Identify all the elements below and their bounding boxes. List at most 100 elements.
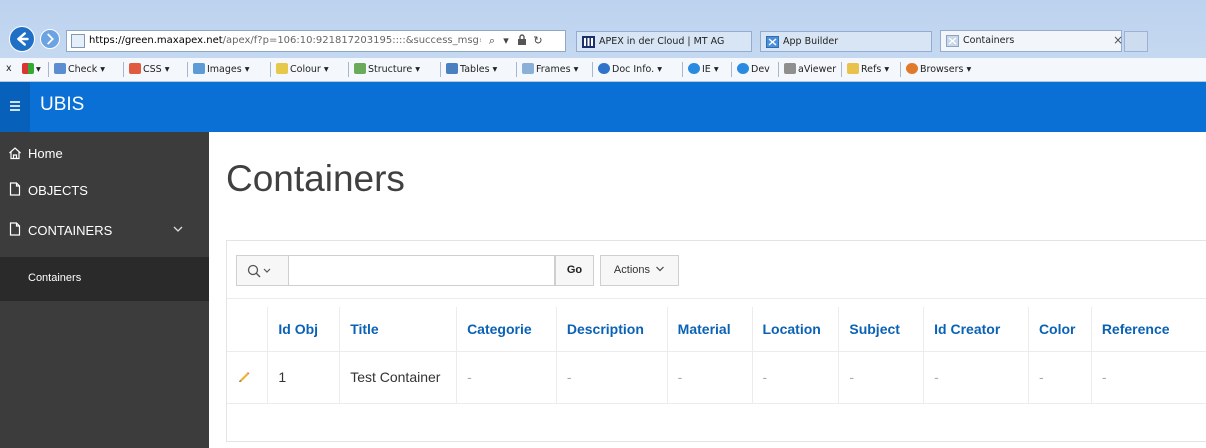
search-column-menu-button[interactable]	[236, 255, 289, 286]
column-header-subject[interactable]: Subject	[838, 307, 925, 352]
pencil-icon[interactable]	[237, 369, 251, 383]
browser-tab-apex-cloud[interactable]: APEX in der Cloud | MT AG	[576, 31, 752, 52]
cell-description: -	[556, 351, 668, 404]
tables-icon	[446, 63, 458, 74]
cell-title: Test Container	[339, 351, 458, 404]
grid-icon	[22, 63, 34, 74]
edit-column-header	[227, 307, 269, 352]
sidebar-item-home[interactable]: Home	[0, 140, 209, 176]
browser-url[interactable]: https://green.maxapex.net/apex/f?p=106:1…	[89, 35, 481, 46]
toolbar-close-button[interactable]: x	[6, 63, 12, 74]
ie-icon	[688, 63, 700, 74]
toolbar-tables[interactable]: Tables ▾	[446, 63, 497, 75]
browser-forward-button[interactable]	[40, 29, 60, 49]
sidebar-nav: Home OBJECTS CONTAINERS Containers	[0, 132, 209, 448]
colour-icon	[276, 63, 288, 74]
toolbar-check[interactable]: Check ▾	[54, 63, 105, 75]
cell-reference: -	[1091, 351, 1206, 404]
column-header-title[interactable]: Title	[339, 307, 458, 352]
ie-icon	[737, 63, 749, 74]
dropdown-icon[interactable]: ▾	[499, 34, 513, 48]
css-icon	[129, 63, 141, 74]
webdev-toolbar: x ▾ Check ▾ CSS ▾ Images ▾ Colour ▾ Stru…	[0, 58, 1206, 82]
browser-address-row: https://green.maxapex.net/apex/f?p=106:1…	[0, 20, 1206, 58]
cell-material: -	[667, 351, 753, 404]
actions-menu-button[interactable]: Actions	[600, 255, 679, 286]
browser-back-button[interactable]	[9, 26, 35, 52]
report-search-bar: Go Actions	[227, 241, 1206, 299]
go-button[interactable]: Go	[555, 255, 594, 286]
url-domain: https://green.maxapex.net	[89, 35, 223, 46]
cell-color: -	[1028, 351, 1092, 404]
actions-label: Actions	[613, 264, 650, 276]
cell-location: -	[752, 351, 840, 404]
frames-icon	[522, 63, 534, 74]
images-icon	[193, 63, 205, 74]
info-icon	[598, 63, 610, 74]
chevron-down-icon	[263, 268, 271, 273]
sidebar-item-containers[interactable]: CONTAINERS	[0, 212, 209, 248]
sidebar-subitem-label: Containers	[28, 272, 82, 284]
toolbar-structure[interactable]: Structure ▾	[354, 63, 420, 75]
check-icon	[54, 63, 66, 74]
column-header-categorie[interactable]: Categorie	[456, 307, 557, 352]
toolbar-ie[interactable]: IE ▾	[688, 63, 719, 75]
browser-tab-containers[interactable]: Containers	[940, 30, 1122, 52]
new-tab-button[interactable]	[1124, 31, 1148, 52]
report-search-input[interactable]	[289, 255, 555, 286]
nav-toggle-button[interactable]	[0, 82, 30, 132]
column-header-id-creator[interactable]: Id Creator	[923, 307, 1029, 352]
toolbar-images[interactable]: Images ▾	[193, 63, 250, 75]
app-title[interactable]: UBIS	[40, 94, 84, 116]
toolbar-colour[interactable]: Colour ▾	[276, 63, 329, 75]
browser-tab-app-builder[interactable]: App Builder	[760, 31, 932, 52]
toolbar-aviewer[interactable]: aViewer	[784, 63, 836, 75]
apex-favicon-icon	[766, 36, 779, 48]
page-icon	[9, 222, 21, 236]
structure-icon	[354, 63, 366, 74]
report-table: Id Obj Title Categorie Description Mater…	[227, 307, 1206, 404]
toolbar-browsers[interactable]: Browsers ▾	[906, 63, 971, 75]
mtag-favicon-icon	[582, 36, 595, 48]
toolbar-refs[interactable]: Refs ▾	[847, 63, 889, 75]
tab-close-icon[interactable]: ×	[1113, 33, 1123, 47]
sidebar-item-objects[interactable]: OBJECTS	[0, 172, 209, 208]
table-header-row: Id Obj Title Categorie Description Mater…	[227, 307, 1206, 352]
tab-label: Containers	[963, 35, 1015, 46]
app-header: UBIS	[0, 82, 1206, 132]
browser-address-bar[interactable]: https://green.maxapex.net/apex/f?p=106:1…	[66, 30, 566, 52]
toolbar-menu-button[interactable]: ▾	[22, 63, 41, 75]
search-icon[interactable]: ⌕	[485, 34, 499, 48]
wrench-icon	[784, 63, 796, 74]
sidebar-subitem-containers[interactable]: Containers	[0, 257, 209, 301]
browser-chrome: https://green.maxapex.net/apex/f?p=106:1…	[0, 0, 1206, 82]
column-header-location[interactable]: Location	[752, 307, 840, 352]
home-icon	[9, 147, 21, 160]
toolbar-css[interactable]: CSS ▾	[129, 63, 169, 75]
column-header-material[interactable]: Material	[667, 307, 753, 352]
chevron-down-icon	[656, 266, 664, 272]
column-header-color[interactable]: Color	[1028, 307, 1092, 352]
toolbar-frames[interactable]: Frames ▾	[522, 63, 578, 75]
tab-label: APEX in der Cloud | MT AG	[599, 36, 725, 47]
cell-categorie: -	[456, 351, 557, 404]
url-path: /apex/f?p=106:10:921817203195::::&succes…	[222, 35, 481, 46]
back-arrow-icon	[17, 32, 29, 46]
search-icon	[247, 264, 271, 278]
refresh-icon[interactable]: ↻	[531, 34, 545, 48]
hamburger-icon	[10, 101, 20, 103]
lock-icon[interactable]	[515, 34, 529, 48]
sidebar-item-label: CONTAINERS	[28, 223, 113, 238]
column-header-reference[interactable]: Reference	[1091, 307, 1206, 352]
edit-row-cell[interactable]	[227, 351, 269, 404]
column-header-description[interactable]: Description	[556, 307, 668, 352]
page-title: Containers	[226, 158, 405, 199]
page-icon	[9, 182, 21, 196]
sidebar-item-label: Home	[28, 146, 63, 161]
interactive-report: Go Actions Id Obj Title Categorie Descri…	[226, 240, 1206, 442]
refs-icon	[847, 63, 859, 74]
toolbar-dev[interactable]: Dev	[737, 63, 770, 75]
column-header-id-obj[interactable]: Id Obj	[267, 307, 341, 352]
toolbar-doc-info[interactable]: Doc Info. ▾	[598, 63, 662, 75]
chevron-down-icon[interactable]	[172, 224, 184, 234]
